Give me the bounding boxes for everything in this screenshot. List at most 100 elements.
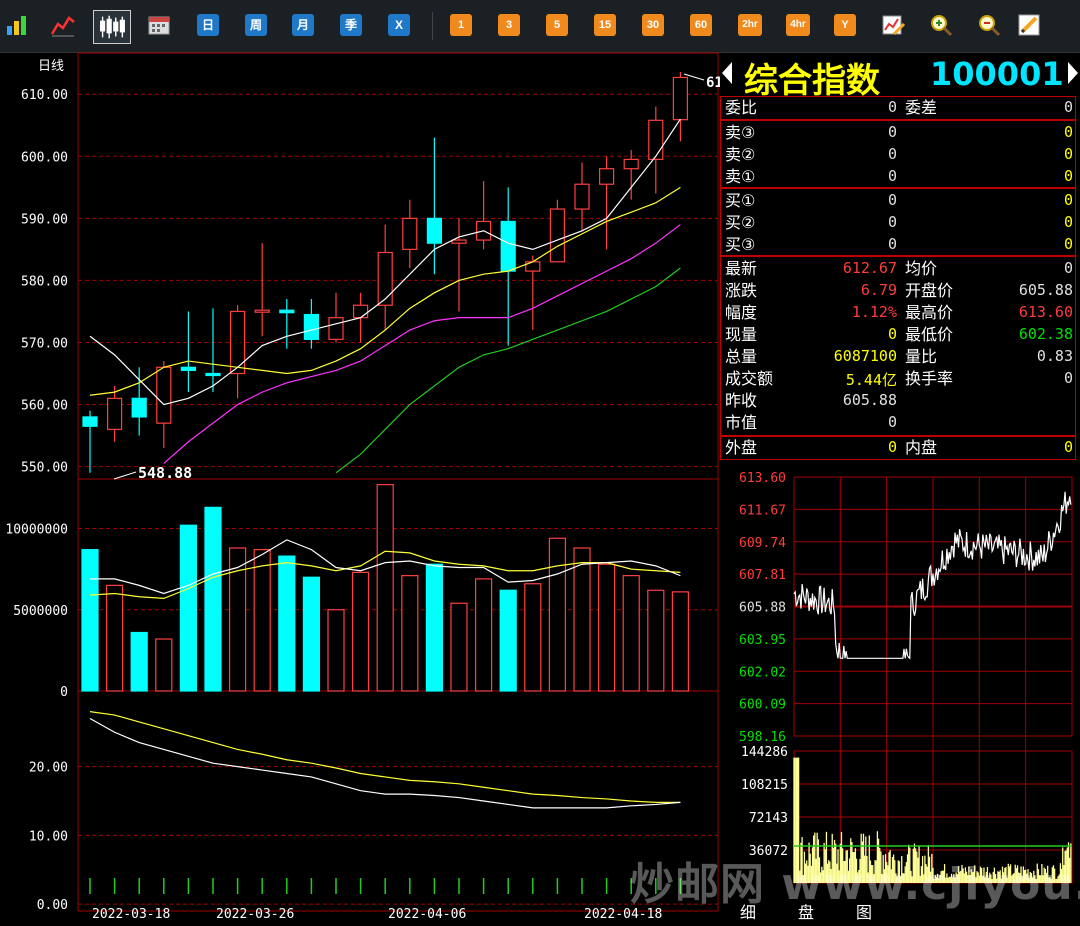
candle-body: [426, 217, 442, 244]
bid-label: 买②: [725, 213, 756, 232]
date-label: 2022-03-26: [216, 907, 294, 922]
toolbar: 日 周 月 季 X 1 3 5 15 30 60 2hr 4hr Y: [0, 0, 1080, 53]
period-month-button[interactable]: 月: [292, 14, 314, 36]
stat-label: 涨跌: [725, 281, 758, 300]
period-week-button[interactable]: 周: [245, 14, 267, 36]
minute-3-button[interactable]: 3: [498, 14, 520, 36]
candle-body: [303, 313, 319, 340]
candle: [230, 305, 246, 399]
candle-body: [451, 239, 467, 244]
stat-value: 0: [887, 325, 897, 343]
intraday-price-tick: 609.74: [739, 536, 786, 551]
period-season-button[interactable]: 季: [340, 14, 362, 36]
volume-bar: [155, 638, 173, 692]
candle-body: [549, 208, 566, 263]
candle: [574, 162, 590, 231]
indicator-tick-label: 0.00: [37, 898, 68, 913]
volume-tick-label: 5000000: [13, 604, 68, 619]
weibi-label: 委比: [725, 98, 758, 117]
bid-price: 0: [887, 235, 897, 253]
stat-label-2: 最低价: [905, 325, 954, 344]
bid-price: 0: [887, 191, 897, 209]
candle: [131, 367, 147, 436]
minute-60-button[interactable]: 60: [690, 14, 712, 36]
prev-arrow-icon[interactable]: [722, 62, 732, 84]
volume-bar: [302, 576, 320, 692]
zoom-in-icon[interactable]: [928, 12, 954, 38]
stat-label: 市值: [725, 413, 758, 432]
calendar-icon[interactable]: [146, 12, 172, 38]
stat-value-2: 613.60: [1018, 303, 1073, 321]
hour-2-button[interactable]: 2hr: [738, 14, 762, 36]
candle-body: [180, 366, 196, 371]
next-arrow-icon[interactable]: [1068, 62, 1078, 84]
stat-value-2: 602.38: [1018, 325, 1073, 343]
ask-label: 卖①: [725, 167, 756, 186]
candle: [598, 156, 615, 250]
candle: [672, 71, 689, 142]
waipan-section: 外盘 0 内盘 0: [720, 436, 1076, 460]
stat-value: 6.79: [860, 281, 897, 299]
volume-bar: [450, 602, 468, 692]
stat-label-2: 量比: [905, 347, 938, 366]
date-label: 2022-03-18: [92, 907, 170, 922]
candle-body: [598, 168, 615, 185]
candle-body: [82, 416, 98, 427]
candle: [648, 106, 664, 194]
bid-label: 买③: [725, 235, 756, 254]
intraday-volume-tick: 72143: [749, 811, 788, 826]
stat-label: 成交额: [725, 369, 774, 388]
year-button[interactable]: Y: [834, 14, 856, 36]
candle-body: [156, 366, 172, 424]
candle: [377, 224, 393, 331]
stat-value: 6087100: [833, 347, 897, 365]
candlestick-icon[interactable]: [93, 10, 131, 44]
minute-1-button[interactable]: 1: [450, 14, 472, 36]
minute-5-button[interactable]: 5: [546, 14, 568, 36]
stat-value-2: 0.83: [1036, 347, 1073, 365]
volume-bar: [376, 484, 394, 692]
weicha-label: 委差: [905, 98, 938, 117]
pencil-icon[interactable]: [1016, 12, 1042, 38]
candle-body: [377, 251, 393, 306]
low-price-marker: 548.88: [138, 464, 192, 482]
waipan-label: 外盘: [725, 438, 758, 457]
minute-30-button[interactable]: 30: [642, 14, 664, 36]
bid-price: 0: [887, 213, 897, 231]
volume-bar: [352, 571, 370, 692]
intraday-price-tick: 607.81: [739, 568, 786, 583]
stat-label-2: 最高价: [905, 303, 954, 322]
stat-label-2: 换手率: [905, 369, 954, 388]
index-code: 100001: [930, 55, 1064, 93]
stat-value: 612.67: [842, 259, 897, 277]
ask-volume: 0: [1063, 167, 1073, 185]
minute-15-button[interactable]: 15: [594, 14, 616, 36]
price-tick-label: 550.00: [21, 461, 68, 476]
intraday-chart-area[interactable]: 613.60 611.67 609.74 607.81 605.88 603.95 602.…: [720, 463, 1080, 893]
edit-chart-icon[interactable]: [880, 12, 906, 38]
toolbar-separator: [432, 12, 433, 40]
volume-bar: [573, 547, 591, 692]
kline-chart-area[interactable]: 610.00 600.00 590.00 580.00 570.00 560.00 550.…: [0, 52, 720, 926]
volume-bar: [597, 563, 616, 692]
candle: [205, 308, 221, 393]
candle: [500, 187, 516, 346]
hour-4-button[interactable]: 4hr: [786, 14, 810, 36]
date-label: 2022-04-06: [388, 907, 466, 922]
zoom-out-icon[interactable]: [976, 12, 1002, 38]
period-day-button[interactable]: 日: [197, 14, 219, 36]
candle-body: [254, 309, 270, 313]
volume-bar: [548, 537, 567, 692]
bid-volume: 0: [1063, 191, 1073, 209]
line-chart-icon[interactable]: [50, 12, 76, 38]
bar-chart-icon[interactable]: [4, 12, 30, 38]
candle-body: [353, 304, 369, 319]
ask-volume: 0: [1063, 123, 1073, 141]
candle-body: [402, 217, 418, 250]
volume-bar: [622, 575, 640, 692]
weibi-value: 0: [887, 98, 897, 116]
period-x-button[interactable]: X: [388, 14, 410, 36]
ask-label: 卖③: [725, 123, 756, 142]
stat-label: 现量: [725, 325, 758, 344]
ask-price: 0: [887, 123, 897, 141]
